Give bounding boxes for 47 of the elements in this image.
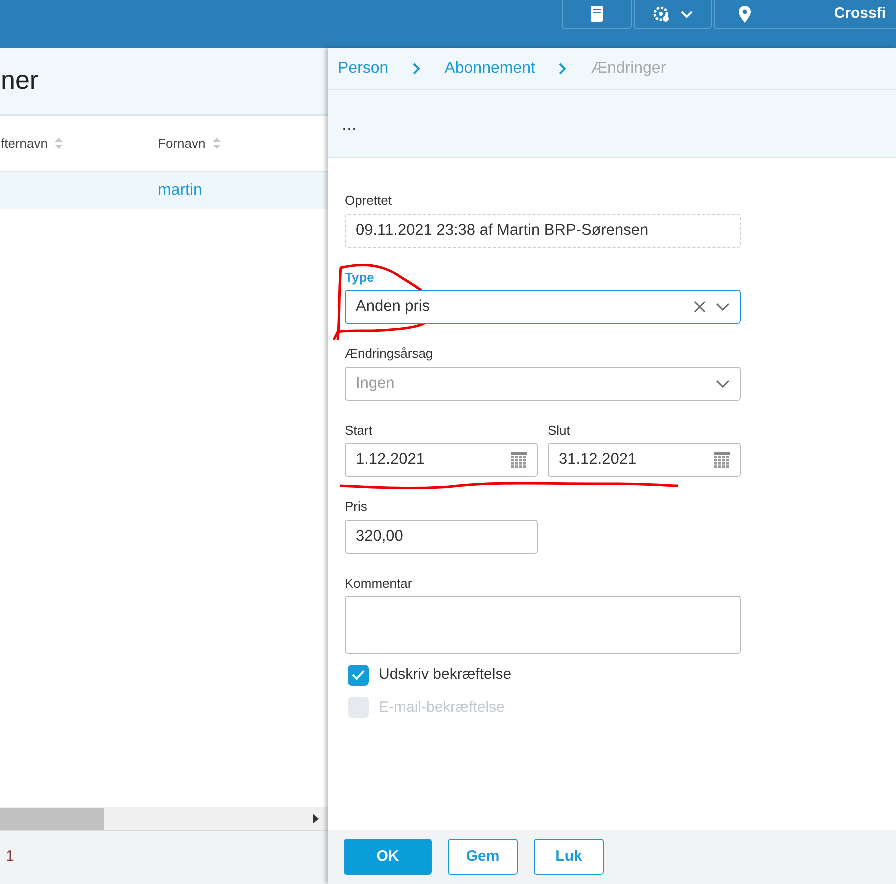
pin-icon [739, 6, 751, 22]
select-field[interactable]: Anden pris [345, 290, 741, 324]
field-label: Start [345, 422, 374, 440]
field-label: Ændringsårsag [345, 345, 434, 363]
calendar-icon[interactable] [511, 452, 527, 468]
price-input[interactable]: 320,00 [356, 524, 527, 548]
sort-icon [54, 137, 64, 150]
column-header[interactable]: fternavn [0, 134, 158, 154]
sort-icon [212, 137, 222, 150]
breadcrumb-current: Ændringer [591, 58, 666, 78]
field-label: Slut [548, 422, 572, 440]
select-field[interactable]: Ingen [345, 366, 741, 400]
page-number[interactable]: 1 [6, 846, 14, 869]
field-label: Type [345, 268, 376, 287]
page-title: ner [1, 65, 39, 97]
clear-icon[interactable] [694, 301, 706, 313]
settings-button[interactable] [634, 0, 712, 29]
scrollbar-thumb[interactable] [0, 808, 104, 830]
chevron-down-icon[interactable] [716, 380, 730, 388]
date-field[interactable]: 1.12.2021 [345, 443, 538, 477]
scroll-right-icon[interactable] [312, 812, 320, 824]
price-field[interactable]: 320,00 [345, 520, 538, 554]
field-label: Kommentar [345, 574, 414, 592]
checkbox-label: Udskriv bekræftelse [379, 665, 512, 685]
select-input[interactable]: Ingen [356, 372, 706, 396]
check-icon [352, 669, 365, 682]
notebook-icon [589, 5, 605, 23]
notebook-button[interactable] [562, 0, 632, 29]
chevron-right-icon [412, 62, 421, 74]
table-cell-text: martin [158, 180, 202, 200]
select-input[interactable]: Anden pris [356, 295, 684, 319]
calendar-icon[interactable] [714, 452, 730, 468]
checkbox[interactable] [348, 664, 369, 686]
column-header[interactable]: Fornavn [158, 134, 328, 154]
created-field: 09.11.2021 23:38 af Martin BRP-Sørensen [345, 214, 741, 248]
date-input[interactable]: 31.12.2021 [559, 448, 704, 472]
more-button[interactable]: ... [342, 114, 358, 132]
checkbox-label: E-mail-bekræftelse [379, 698, 505, 718]
gear-icon [652, 6, 670, 22]
chevron-down-icon[interactable] [716, 303, 730, 311]
field-label: Pris [345, 498, 368, 516]
comment-field[interactable] [345, 596, 741, 654]
chevron-right-icon [559, 62, 568, 74]
location-button[interactable]: Crossfi [714, 0, 896, 29]
date-field[interactable]: 31.12.2021 [548, 443, 741, 477]
date-input[interactable]: 1.12.2021 [356, 448, 501, 472]
field-label: Oprettet [345, 192, 393, 210]
